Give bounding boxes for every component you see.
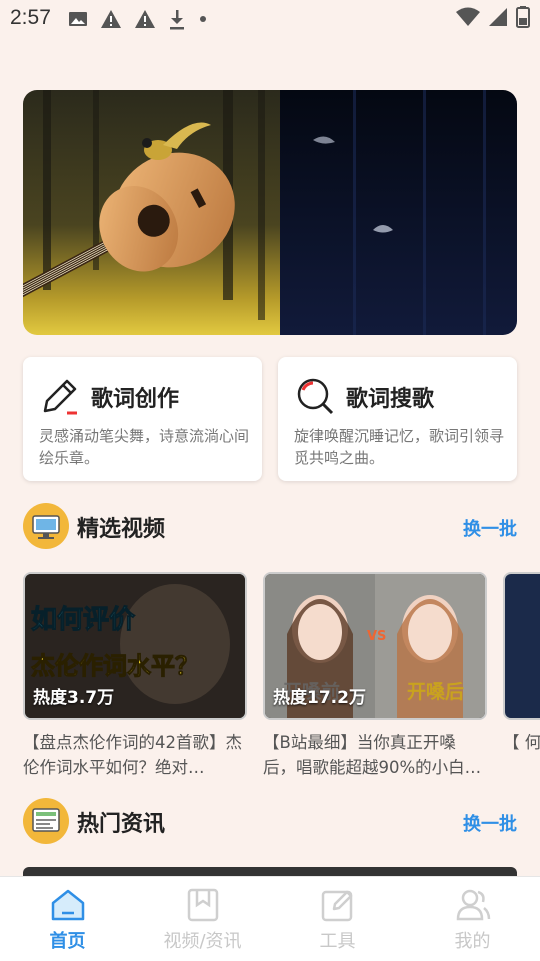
banner-image <box>23 90 517 335</box>
video-overlay-text: VS <box>367 629 386 644</box>
video-title: 【盘点杰伦作词的42首歌】杰伦作词水平如何？绝对… <box>23 733 242 777</box>
search-icon <box>297 378 334 415</box>
nav-home[interactable]: 首页 <box>0 877 135 961</box>
bottom-nav: 首页 视频/资讯 工具 我的 <box>0 876 540 961</box>
nav-label: 我的 <box>454 931 491 952</box>
video-thumbnail[interactable] <box>503 572 540 720</box>
nav-label: 首页 <box>49 931 86 952</box>
video-thumbnail[interactable]: VS 开嗓前 开嗓后 热度17.2万 <box>263 572 487 720</box>
feature-card-lyric-creation[interactable]: 歌词创作 灵感涌动笔尖舞，诗意流淌心间绘乐章。 <box>23 357 262 481</box>
nav-videos-news[interactable]: 视频/资讯 <box>135 877 270 961</box>
refresh-news-button[interactable]: 换一批 <box>463 810 517 836</box>
nav-tools[interactable]: 工具 <box>270 877 405 961</box>
feature-title: 歌词搜歌 <box>346 387 435 412</box>
warning-icon <box>135 10 155 28</box>
video-overlay-text: 开嗓后 <box>407 681 464 703</box>
banner-carousel[interactable] <box>23 90 517 335</box>
refresh-videos-button[interactable]: 换一批 <box>463 515 517 541</box>
dot-icon <box>200 16 206 22</box>
bookmark-icon <box>187 888 218 922</box>
video-title: 【B站最细】当你真正开嗓后，唱歌能超越90%的小白… <box>263 733 482 777</box>
feature-card-lyric-search[interactable]: 歌词搜歌 旋律唤醒沉睡记忆，歌词引领寻觅共鸣之曲。 <box>278 357 517 481</box>
video-overlay-text: 如何评价 <box>31 605 136 635</box>
video-title: 【 何 <box>503 733 540 752</box>
video-card[interactable]: 【 何 <box>503 572 540 780</box>
feature-desc: 旋律唤醒沉睡记忆，歌词引领寻觅共鸣之曲。 <box>294 427 505 467</box>
nav-label: 视频/资讯 <box>163 931 242 952</box>
video-card[interactable]: 如何评价 杰伦作词水平？ 热度3.7万 【盘点杰伦作词的42首歌】杰伦作词水平如… <box>23 572 247 780</box>
status-bar: 2:57 <box>0 0 540 36</box>
feature-title: 歌词创作 <box>91 387 180 412</box>
wifi-icon <box>456 7 480 26</box>
user-icon <box>456 889 490 921</box>
status-notification-icons <box>68 8 208 30</box>
nav-profile[interactable]: 我的 <box>405 877 540 961</box>
video-heat: 热度17.2万 <box>273 688 366 708</box>
section-title: 热门资讯 <box>77 812 166 837</box>
monitor-icon <box>23 503 69 549</box>
signal-icon <box>489 8 507 26</box>
feature-desc: 灵感涌动笔尖舞，诗意流淌心间绘乐章。 <box>39 427 250 467</box>
download-icon <box>170 10 184 30</box>
section-title: 精选视频 <box>77 517 166 542</box>
status-system-icons <box>456 6 530 28</box>
home-icon <box>51 889 84 921</box>
video-thumbnail[interactable]: 如何评价 杰伦作词水平？ 热度3.7万 <box>23 572 247 720</box>
warning-icon <box>101 10 121 28</box>
battery-icon <box>516 6 530 28</box>
video-heat: 热度3.7万 <box>33 688 115 708</box>
nav-label: 工具 <box>319 931 356 952</box>
image-icon <box>69 12 87 26</box>
edit-icon <box>321 890 352 922</box>
section-header-news: 热门资讯 换一批 <box>23 798 517 844</box>
newspaper-icon <box>23 798 69 844</box>
pen-icon <box>43 379 77 415</box>
video-carousel[interactable]: 如何评价 杰伦作词水平？ 热度3.7万 【盘点杰伦作词的42首歌】杰伦作词水平如… <box>23 572 540 782</box>
status-time: 2:57 <box>10 6 51 29</box>
video-card[interactable]: VS 开嗓前 开嗓后 热度17.2万 【B站最细】当你真正开嗓后，唱歌能超越90… <box>263 572 487 780</box>
video-overlay-text: 杰伦作词水平？ <box>31 652 199 680</box>
section-header-videos: 精选视频 换一批 <box>23 503 517 549</box>
